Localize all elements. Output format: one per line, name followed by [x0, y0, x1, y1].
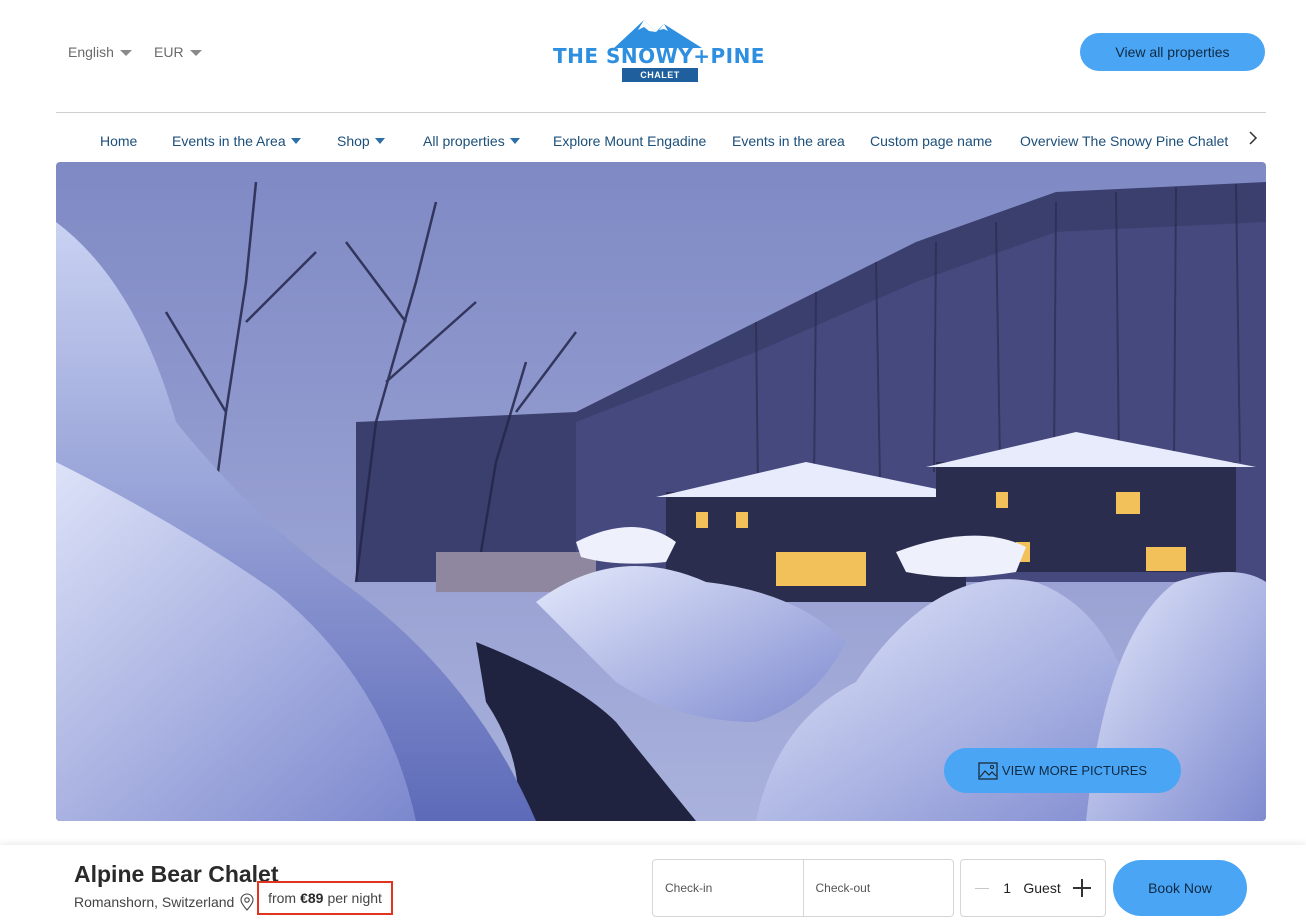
price-prefix: from: [268, 890, 297, 906]
check-in-field[interactable]: Check-in: [653, 860, 803, 916]
property-location: Romanshorn, Switzerland: [74, 893, 256, 911]
nav-item-custom-page-name[interactable]: Custom page name: [870, 133, 992, 149]
logo-ribbon: CHALET: [622, 68, 698, 82]
price-suffix: per night: [327, 890, 382, 906]
property-title: Alpine Bear Chalet: [74, 861, 279, 887]
chevron-down-icon: [189, 50, 202, 56]
nav-item-label: All properties: [423, 133, 505, 149]
nav-item-label: Events in the Area: [172, 133, 286, 149]
increase-guests-button[interactable]: [1073, 879, 1091, 897]
guest-label: Guest: [1023, 880, 1061, 896]
view-more-pictures-label: VIEW MORE PICTURES: [1001, 763, 1148, 778]
main-nav: Home Events in the Area Shop All propert…: [56, 124, 1266, 158]
minus-icon: [975, 887, 989, 889]
logo-title: THE SNOWY+PINE: [553, 44, 765, 68]
guest-count: 1: [1003, 880, 1012, 896]
chevron-down-icon: [509, 138, 520, 144]
nav-item-events-in-the-area-2[interactable]: Events in the area: [732, 133, 845, 149]
nav-item-events-in-the-area[interactable]: Events in the Area: [172, 133, 301, 149]
hero-image: VIEW MORE PICTURES: [56, 162, 1266, 821]
top-bar: English EUR THE SNOWY+PINE CHALET View a…: [0, 0, 1306, 112]
nav-item-label: Events in the area: [732, 133, 845, 149]
book-now-button[interactable]: Book Now: [1113, 860, 1247, 916]
nav-item-label: Home: [100, 133, 138, 149]
decrease-guests-button[interactable]: [975, 878, 991, 898]
view-more-pictures-button[interactable]: VIEW MORE PICTURES: [944, 748, 1181, 793]
site-logo[interactable]: THE SNOWY+PINE CHALET: [552, 16, 766, 88]
currency-label: EUR: [154, 44, 184, 60]
guest-stepper: 1 Guest: [960, 859, 1106, 917]
nav-item-label: Shop: [337, 133, 370, 149]
chevron-down-icon: [290, 138, 301, 144]
nav-item-label: Explore Mount Engadine: [553, 133, 707, 149]
nav-item-explore-mount-engadine[interactable]: Explore Mount Engadine: [553, 133, 706, 149]
currency-selector[interactable]: EUR: [154, 44, 202, 60]
nav-item-label: Custom page name: [870, 133, 993, 149]
date-range-picker: Check-in Check-out: [652, 859, 954, 917]
location-text: Romanshorn, Switzerland: [74, 894, 235, 910]
price-highlight: from €89 per night: [257, 881, 393, 915]
chevron-down-icon: [119, 50, 132, 56]
nav-item-all-properties[interactable]: All properties: [423, 133, 520, 149]
image-icon: [978, 761, 998, 780]
language-selector[interactable]: English: [68, 44, 132, 60]
snowy-chalet-photo: [56, 162, 1266, 821]
nav-item-shop[interactable]: Shop: [337, 133, 385, 149]
nav-item-label: Overview The Snowy Pine Chalet: [1020, 133, 1229, 149]
chevron-right-icon[interactable]: [1246, 128, 1264, 148]
chevron-down-icon: [374, 138, 385, 144]
header-divider: [56, 112, 1266, 113]
language-label: English: [68, 44, 114, 60]
booking-bar: Alpine Bear Chalet Romanshorn, Switzerla…: [0, 845, 1306, 924]
nav-item-overview[interactable]: Overview The Snowy Pine Chalet: [1020, 133, 1228, 149]
view-all-properties-button[interactable]: View all properties: [1080, 33, 1265, 71]
check-in-placeholder: Check-in: [665, 881, 713, 895]
check-out-placeholder: Check-out: [815, 881, 871, 895]
check-out-field[interactable]: Check-out: [802, 860, 954, 916]
nav-item-home[interactable]: Home: [100, 133, 137, 149]
map-pin-icon: [240, 893, 254, 911]
price-value: €89: [300, 890, 324, 906]
